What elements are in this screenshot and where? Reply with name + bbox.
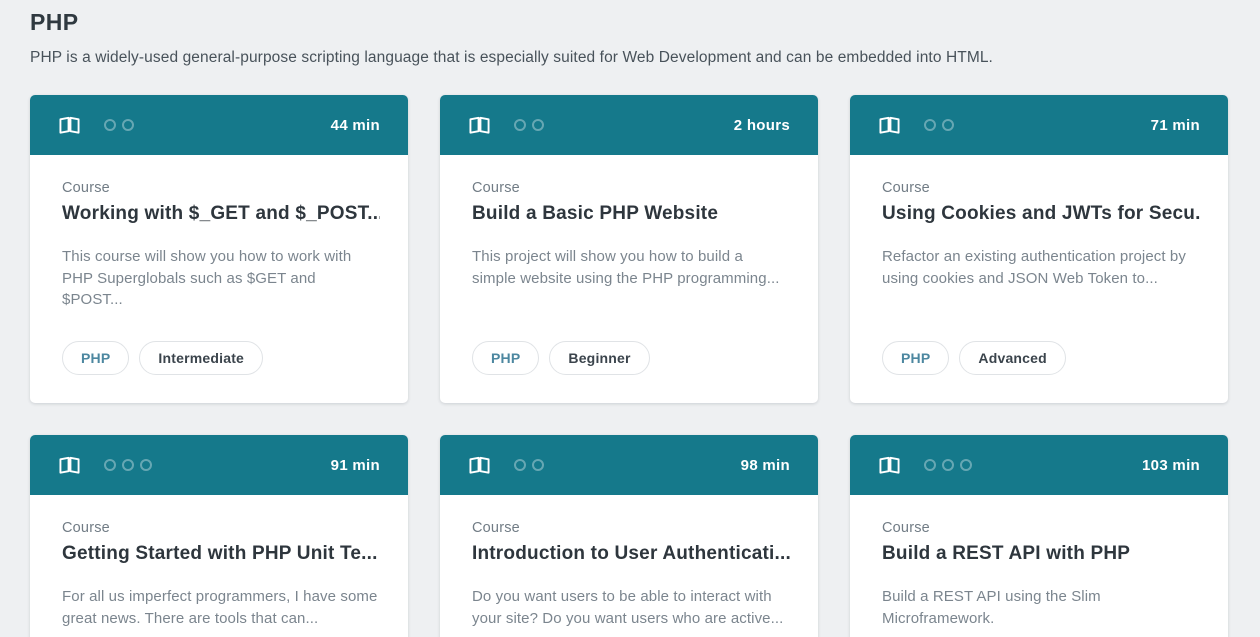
duration-label: 91 min: [331, 457, 380, 474]
card-body: Course Using Cookies and JWTs for Secu..…: [850, 155, 1228, 403]
card-header: 91 min: [30, 435, 408, 495]
content-kind-label: Course: [472, 180, 790, 196]
duration-label: 44 min: [331, 117, 380, 134]
topic-tag[interactable]: PHP: [472, 341, 539, 375]
card-body: Course Build a Basic PHP Website This pr…: [440, 155, 818, 403]
course-description: Build a REST API using the Slim Microfra…: [882, 586, 1200, 629]
tag-list: PHP Beginner: [472, 341, 790, 375]
card-body: Course Build a REST API with PHP Build a…: [850, 495, 1228, 637]
hollow-circle-dot: [104, 119, 116, 131]
card-body: Course Introduction to User Authenticati…: [440, 495, 818, 637]
duration-label: 103 min: [1142, 457, 1200, 474]
course-description: This course will show you how to work wi…: [62, 246, 380, 311]
open-book-icon: [58, 115, 81, 136]
content-kind-label: Course: [882, 520, 1200, 536]
course-description: Do you want users to be able to interact…: [472, 586, 790, 629]
course-title: Build a REST API with PHP: [882, 543, 1200, 565]
hollow-circle-dot: [514, 459, 526, 471]
card-header: 98 min: [440, 435, 818, 495]
hollow-circle-dot: [924, 459, 936, 471]
card-header: 2 hours: [440, 95, 818, 155]
course-card[interactable]: 2 hours Course Build a Basic PHP Website…: [440, 95, 818, 403]
progress-dots: [104, 459, 152, 471]
open-book-icon: [58, 455, 81, 476]
hollow-circle-dot: [924, 119, 936, 131]
hollow-circle-dot: [104, 459, 116, 471]
card-header: 44 min: [30, 95, 408, 155]
hollow-circle-dot: [532, 459, 544, 471]
duration-label: 2 hours: [734, 117, 790, 134]
progress-dots: [924, 119, 954, 131]
progress-dots: [514, 459, 544, 471]
hollow-circle-dot: [514, 119, 526, 131]
course-description: This project will show you how to build …: [472, 246, 790, 289]
progress-dots: [104, 119, 134, 131]
course-title: Working with $_GET and $_POST...: [62, 203, 380, 225]
course-card[interactable]: 98 min Course Introduction to User Authe…: [440, 435, 818, 637]
course-description: Refactor an existing authentication proj…: [882, 246, 1200, 289]
hollow-circle-dot: [960, 459, 972, 471]
open-book-icon: [878, 115, 901, 136]
course-title: Build a Basic PHP Website: [472, 203, 790, 225]
card-header: 71 min: [850, 95, 1228, 155]
course-card[interactable]: 44 min Course Working with $_GET and $_P…: [30, 95, 408, 403]
duration-label: 71 min: [1151, 117, 1200, 134]
level-tag[interactable]: Intermediate: [139, 341, 263, 375]
page-subtitle: PHP is a widely-used general-purpose scr…: [30, 49, 1230, 67]
hollow-circle-dot: [532, 119, 544, 131]
course-description: For all us imperfect programmers, I have…: [62, 586, 380, 629]
course-card[interactable]: 103 min Course Build a REST API with PHP…: [850, 435, 1228, 637]
topic-tag[interactable]: PHP: [882, 341, 949, 375]
card-header: 103 min: [850, 435, 1228, 495]
content-kind-label: Course: [62, 520, 380, 536]
course-title: Introduction to User Authenticati...: [472, 543, 790, 565]
course-title: Using Cookies and JWTs for Secu...: [882, 203, 1200, 225]
progress-dots: [514, 119, 544, 131]
page-title: PHP: [30, 9, 1230, 36]
content-kind-label: Course: [62, 180, 380, 196]
hollow-circle-dot: [122, 119, 134, 131]
open-book-icon: [468, 115, 491, 136]
level-tag[interactable]: Advanced: [959, 341, 1066, 375]
card-body: Course Getting Started with PHP Unit Te.…: [30, 495, 408, 637]
tag-list: PHP Intermediate: [62, 341, 380, 375]
hollow-circle-dot: [122, 459, 134, 471]
page-header: PHP PHP is a widely-used general-purpose…: [0, 0, 1260, 67]
course-card[interactable]: 71 min Course Using Cookies and JWTs for…: [850, 95, 1228, 403]
level-tag[interactable]: Beginner: [549, 341, 649, 375]
content-kind-label: Course: [882, 180, 1200, 196]
open-book-icon: [878, 455, 901, 476]
content-kind-label: Course: [472, 520, 790, 536]
progress-dots: [924, 459, 972, 471]
hollow-circle-dot: [140, 459, 152, 471]
course-card[interactable]: 91 min Course Getting Started with PHP U…: [30, 435, 408, 637]
topic-tag[interactable]: PHP: [62, 341, 129, 375]
hollow-circle-dot: [942, 459, 954, 471]
course-card-grid: 44 min Course Working with $_GET and $_P…: [0, 95, 1260, 637]
card-body: Course Working with $_GET and $_POST... …: [30, 155, 408, 403]
tag-list: PHP Advanced: [882, 341, 1200, 375]
duration-label: 98 min: [741, 457, 790, 474]
hollow-circle-dot: [942, 119, 954, 131]
open-book-icon: [468, 455, 491, 476]
course-title: Getting Started with PHP Unit Te...: [62, 543, 380, 565]
